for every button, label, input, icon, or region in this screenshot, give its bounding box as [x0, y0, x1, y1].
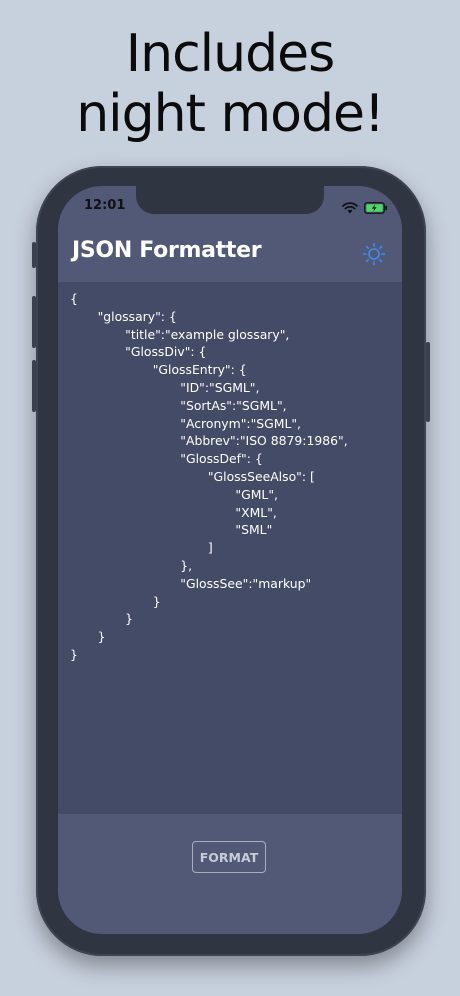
format-button[interactable]: FORMAT	[192, 841, 266, 873]
phone-screen: 12:01 JSON Formatter {"glossary": {"ti…	[58, 186, 402, 934]
power-button	[426, 342, 430, 422]
sun-icon	[362, 242, 386, 266]
mute-switch	[32, 242, 36, 268]
bottom-toolbar: FORMAT	[58, 814, 402, 934]
headline-line-1: Includes	[125, 24, 335, 84]
volume-up-button	[32, 296, 36, 348]
json-editor[interactable]: { "glossary": { "title":"example glossar…	[58, 282, 402, 814]
status-icons	[342, 199, 388, 218]
volume-down-button	[32, 360, 36, 412]
theme-toggle-button[interactable]	[362, 242, 386, 266]
nav-bar: JSON Formatter	[58, 226, 402, 282]
status-time: 12:01	[84, 198, 126, 213]
battery-charging-icon	[364, 199, 388, 218]
page-title: JSON Formatter	[72, 238, 262, 263]
headline-line-2: night mode!	[76, 84, 385, 144]
phone-frame: 12:01 JSON Formatter {"glossary": {"ti…	[32, 166, 430, 956]
promo-headline: Includes night mode!	[0, 24, 460, 144]
wifi-icon	[342, 199, 358, 218]
notch	[136, 186, 324, 214]
json-text[interactable]: { "glossary": { "title":"example glossar…	[70, 290, 348, 664]
